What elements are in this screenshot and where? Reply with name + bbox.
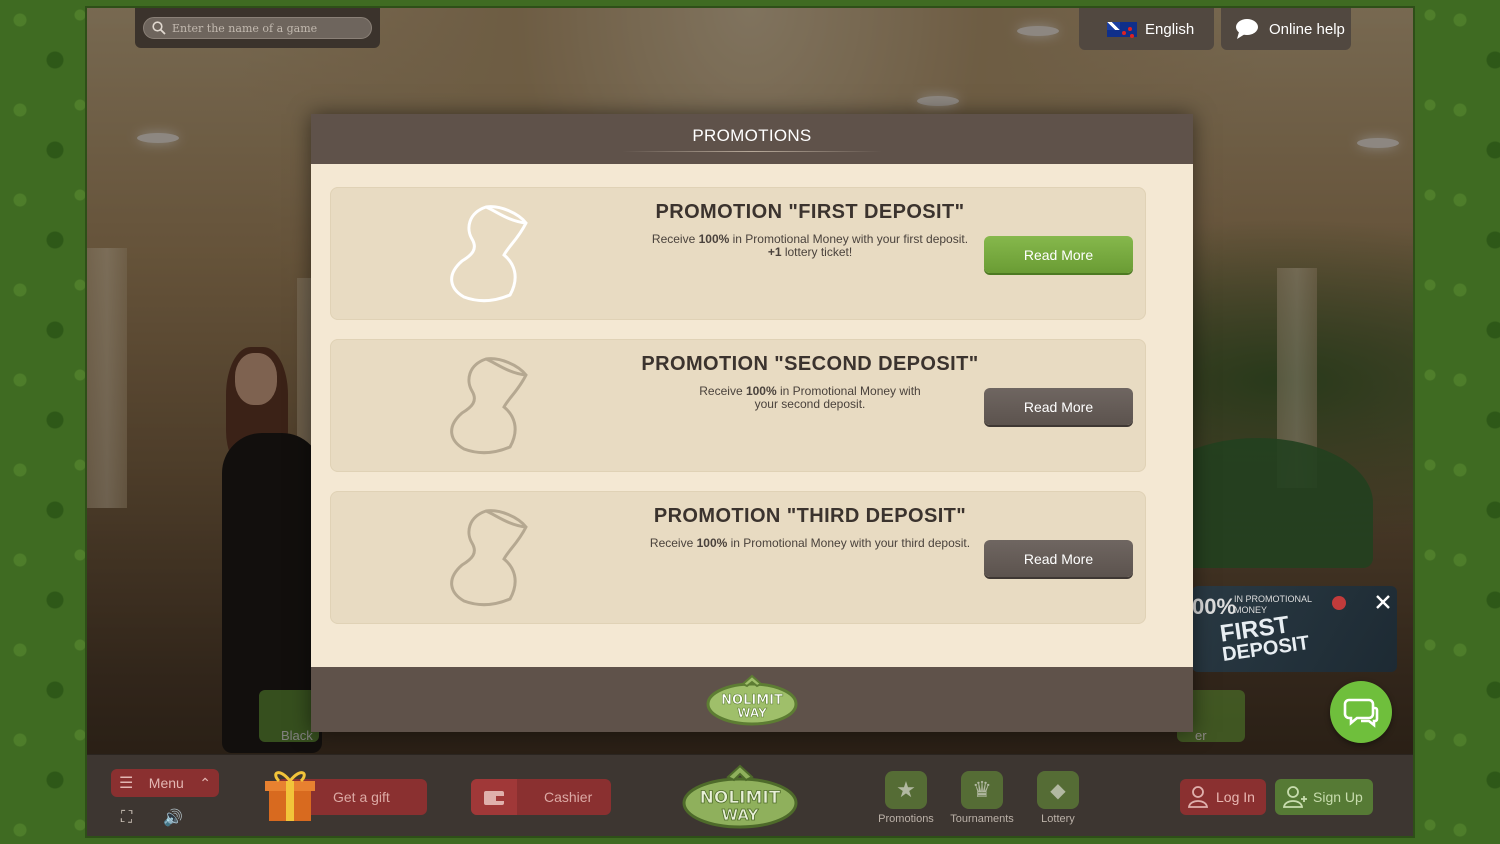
promo-description: Receive 100% in Promotional Money with y… [630,537,990,550]
chat-bubbles-icon [1343,698,1379,728]
menu-button[interactable]: ☰ Menu ⌃ [111,769,219,797]
wallet-icon [471,779,517,815]
modal-footer: NOLIMIT WAY [311,667,1193,732]
search-input[interactable] [172,21,371,35]
hourglass-icon [450,357,528,455]
promo-title: PROMOTION "THIRD DEPOSIT" [653,505,967,527]
online-help-button[interactable]: Online help [1221,8,1351,50]
nav-promotions[interactable]: ★ Promotions [871,771,941,825]
promo-text: PROMOTION "FIRST DEPOSIT" Receive 100% i… [630,201,990,259]
language-selector[interactable]: English [1079,8,1214,50]
hourglass-icon [450,205,528,303]
title-underline [622,151,882,152]
logo-line2: WAY [737,706,767,720]
promo-text: PROMOTION "THIRD DEPOSIT" Receive 100% i… [630,505,990,550]
user-icon [1188,786,1209,808]
sound-icon[interactable]: 🔊 [163,808,183,828]
promo-description: Receive 100% in Promotional Money with y… [630,385,990,411]
desc-bold: 100% [696,536,728,550]
banner-percent: 00% [1192,594,1237,619]
chat-icon [1236,19,1258,39]
cashier-label: Cashier [544,789,593,805]
desc-text: in Promotional Money with [776,384,921,398]
desc-text: lottery ticket! [781,245,853,259]
fullscreen-icon[interactable]: ⛶ [121,809,132,827]
promo-card-first-deposit: PROMOTION "FIRST DEPOSIT" Receive 100% i… [330,187,1146,320]
read-more-button[interactable]: Read More [984,236,1133,273]
chevron-up-icon: ⌃ [199,774,211,791]
promo-card-second-deposit: PROMOTION "SECOND DEPOSIT" Receive 100% … [330,339,1146,472]
nav-label: Tournaments [950,813,1014,825]
log-in-label: Log In [1216,789,1255,805]
log-in-button[interactable]: Log In [1180,779,1266,815]
search-icon [152,21,166,35]
live-chat-button[interactable] [1330,681,1392,743]
promo-title: PROMOTION "FIRST DEPOSIT" [655,201,965,223]
promo-description: Receive 100% in Promotional Money with y… [630,233,990,259]
trophy-icon: ♛ [961,771,1003,809]
flag-icon [1107,21,1137,37]
cashier-button[interactable]: Cashier [471,779,611,815]
desc-bold: +1 [767,245,782,259]
online-help-label: Online help [1269,20,1345,38]
side-tab-right-label: er [1195,728,1207,742]
promo-title: PROMOTION "SECOND DEPOSIT" [641,353,979,375]
desc-text: in Promotional Money with your first dep… [729,232,969,246]
nolimit-way-logo: NOLIMIT WAY [706,674,798,725]
desc-text: Receive [649,536,697,550]
desc-text: your second deposit. [754,397,866,411]
nolimit-way-logo[interactable]: NOLIMIT WAY [680,763,800,831]
close-icon[interactable] [1375,594,1391,610]
hamburger-icon: ☰ [119,775,134,792]
pin-icon [1332,596,1346,610]
star-icon: ★ [885,771,927,809]
language-label: English [1145,20,1195,38]
gift-icon [265,771,315,821]
hourglass-icon [450,509,528,607]
sign-up-button[interactable]: Sign Up [1275,779,1373,815]
desc-text: Receive [651,232,699,246]
side-tab-left[interactable]: Black [259,690,319,742]
sign-up-label: Sign Up [1313,789,1363,805]
add-user-icon [1283,786,1307,808]
nav-label: Lottery [1041,813,1075,825]
search-field[interactable] [143,17,372,39]
side-tab-left-label: Black [281,728,313,742]
read-more-button[interactable]: Read More [984,540,1133,577]
modal-title: PROMOTIONS [692,126,812,145]
ticket-icon: ◆ [1037,771,1079,809]
desc-text: in Promotional Money with your third dep… [727,536,971,550]
nav-label: Promotions [878,813,934,825]
get-gift-label: Get a gift [333,789,390,805]
bottom-bar: ☰ Menu ⌃ ⛶ 🔊 Get a gift Cashier NOLIMIT [87,754,1413,836]
menu-label: Menu [148,775,184,791]
first-deposit-banner[interactable]: 00% IN PROMOTIONAL MONEY FIRST DEPOSIT [1192,586,1397,672]
modal-header: PROMOTIONS [311,114,1193,164]
logo-line2: WAY [722,806,760,824]
nav-tournaments[interactable]: ♛ Tournaments [947,771,1017,825]
read-more-button[interactable]: Read More [984,388,1133,425]
desc-bold: 100% [745,384,777,398]
promotions-modal: PROMOTIONS PROMOTION "FIRST DEPOSIT" Rec… [311,114,1193,732]
promotions-list: PROMOTION "FIRST DEPOSIT" Receive 100% i… [311,164,1193,667]
search-box [135,8,380,48]
nav-lottery[interactable]: ◆ Lottery [1023,771,1093,825]
casino-lobby: English Online help Black er 00% IN PROM… [85,6,1415,838]
promo-text: PROMOTION "SECOND DEPOSIT" Receive 100% … [630,353,990,411]
desc-text: Receive [699,384,746,398]
promo-card-third-deposit: PROMOTION "THIRD DEPOSIT" Receive 100% i… [330,491,1146,624]
get-gift-button[interactable]: Get a gift [265,771,427,821]
desc-bold: 100% [698,232,730,246]
banner-line1: IN PROMOTIONAL [1234,594,1313,604]
logo-line1: NOLIMIT [700,788,781,808]
